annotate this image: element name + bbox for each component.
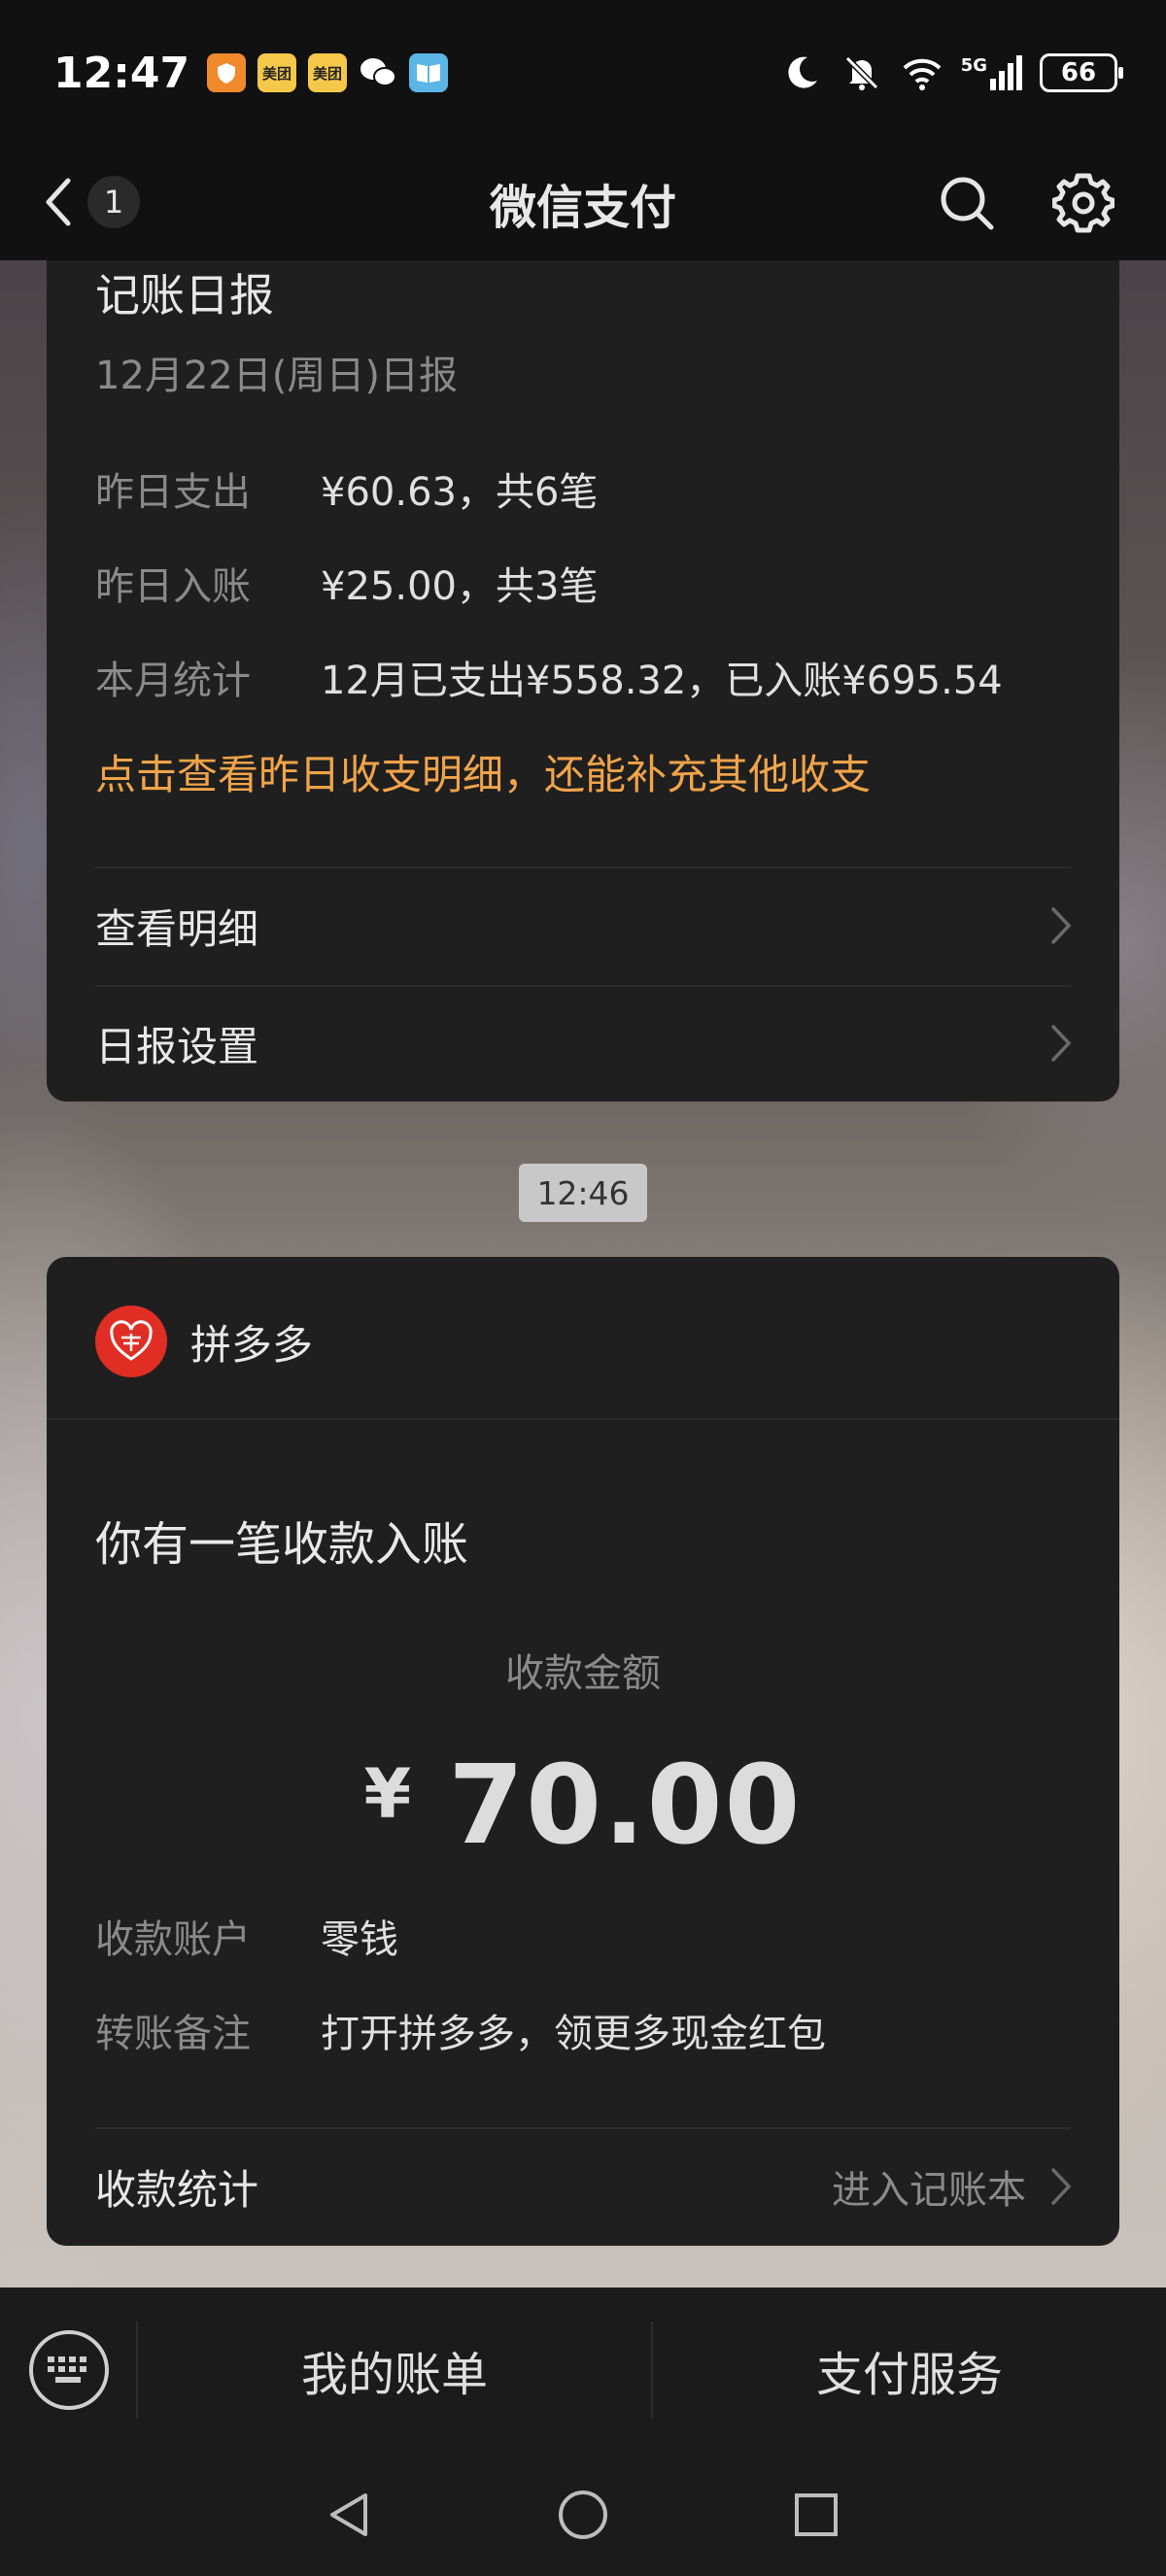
wifi-icon xyxy=(903,58,942,90)
row-label: 昨日支出 xyxy=(95,470,251,515)
report-settings-item[interactable]: 日报设置 xyxy=(95,985,1080,1102)
my-bills-menu[interactable]: 我的账单 xyxy=(138,2288,651,2453)
wechat-icon xyxy=(359,53,397,92)
message-timestamp: 12:46 xyxy=(519,1164,647,1222)
enter-ledger-link[interactable]: 进入记账本 xyxy=(832,2158,1026,2215)
chevron-left-icon xyxy=(46,178,71,226)
nav-home-button[interactable] xyxy=(549,2481,617,2549)
payment-row: 收款账户 零钱 xyxy=(95,1908,398,1964)
payment-services-menu[interactable]: 支付服务 xyxy=(653,2288,1166,2453)
wechat-pay-screen: 12:47 美团 美团 5G 66 微信支付 1 记账日报 12月22日(周日)… xyxy=(0,0,1166,2576)
report-row: 昨日入账 ¥25.00，共3笔 xyxy=(95,555,598,611)
gear-icon xyxy=(1052,173,1115,233)
nav-recents-button[interactable] xyxy=(782,2481,850,2549)
payment-row: 转账备注 打开拼多多，领更多现金红包 xyxy=(95,2002,826,2058)
menu-label: 日报设置 xyxy=(95,1022,259,1070)
battery-indicator: 66 xyxy=(1040,53,1123,92)
nav-back-button[interactable] xyxy=(316,2481,384,2549)
moon-icon xyxy=(788,56,817,88)
bottom-menu-bar: 我的账单 支付服务 xyxy=(0,2288,1166,2453)
menu-label: 查看明细 xyxy=(95,904,259,953)
status-time: 12:47 xyxy=(53,48,190,98)
payment-notification-card[interactable]: 拼多多 你有一笔收款入账 收款金额 ¥70.00 收款账户 零钱 转账备注 打开… xyxy=(47,1257,1119,2246)
settings-button[interactable] xyxy=(1049,169,1117,237)
row-value: 打开拼多多，领更多现金红包 xyxy=(321,2012,826,2056)
row-value: ¥25.00，共3笔 xyxy=(321,564,599,609)
view-yesterday-details-link[interactable]: 点击查看昨日收支明细，还能补充其他收支 xyxy=(95,742,871,801)
shield-app-icon xyxy=(207,53,247,92)
row-label: 本月统计 xyxy=(95,659,251,703)
row-label: 收款账户 xyxy=(95,1917,251,1962)
currency-symbol: ¥ xyxy=(363,1754,414,1834)
report-title: 记账日报 xyxy=(95,269,274,322)
daily-report-card: 记账日报 12月22日(周日)日报 昨日支出 ¥60.63，共6笔 昨日入账 ¥… xyxy=(47,260,1119,1102)
mute-bell-icon xyxy=(843,54,879,91)
payment-stats-row[interactable]: 收款统计 进入记账本 xyxy=(95,2128,1080,2245)
keyboard-icon xyxy=(48,2356,86,2383)
payment-headline: 你有一笔收款入账 xyxy=(95,1517,469,1572)
merchant-header: 拼多多 xyxy=(95,1305,313,1377)
report-row: 本月统计 12月已支出¥558.32，已入账¥695.54 xyxy=(95,649,1003,705)
amount-value: 70.00 xyxy=(448,1743,803,1869)
search-icon xyxy=(941,177,994,230)
row-value: ¥60.63，共6笔 xyxy=(321,470,599,515)
row-value: 零钱 xyxy=(321,1917,398,1962)
keyboard-toggle-button[interactable] xyxy=(29,2330,109,2410)
system-navigation-bar xyxy=(0,2453,1166,2576)
status-bar: 12:47 美团 美团 5G 66 xyxy=(0,0,1166,146)
chevron-right-icon xyxy=(1042,906,1080,945)
unread-count-badge: 1 xyxy=(87,176,140,228)
row-value: 12月已支出¥558.32，已入账¥695.54 xyxy=(321,659,1003,703)
cellular-signal-icon: 5G xyxy=(961,55,1022,90)
square-recents-icon xyxy=(795,2492,838,2536)
view-details-item[interactable]: 查看明细 xyxy=(95,867,1080,984)
system-status-icons: 5G 66 xyxy=(780,51,1123,94)
pinduoduo-logo-icon xyxy=(95,1305,167,1377)
triangle-back-icon xyxy=(330,2492,367,2536)
amount-label: 收款金额 xyxy=(505,1651,661,1696)
report-row: 昨日支出 ¥60.63，共6笔 xyxy=(95,460,598,517)
meituan-icon: 美团 xyxy=(257,53,297,92)
row-label: 昨日入账 xyxy=(95,564,251,609)
circle-home-icon xyxy=(559,2490,607,2539)
meituan-icon: 美团 xyxy=(308,53,348,92)
chevron-right-icon xyxy=(1042,2167,1080,2206)
row-label: 转账备注 xyxy=(95,2012,251,2056)
stats-label: 收款统计 xyxy=(95,2165,259,2214)
notification-icons: 美团 美团 xyxy=(207,53,449,92)
book-app-icon xyxy=(409,53,449,92)
nav-header: 微信支付 1 xyxy=(0,146,1166,260)
merchant-name: 拼多多 xyxy=(190,1320,314,1369)
divider xyxy=(47,1418,1119,1420)
back-button[interactable]: 1 xyxy=(39,165,155,239)
chevron-right-icon xyxy=(1042,1024,1080,1063)
report-date: 12月22日(周日)日报 xyxy=(95,354,459,398)
search-button[interactable] xyxy=(933,169,1001,237)
payment-amount: ¥70.00 xyxy=(47,1743,1119,1869)
